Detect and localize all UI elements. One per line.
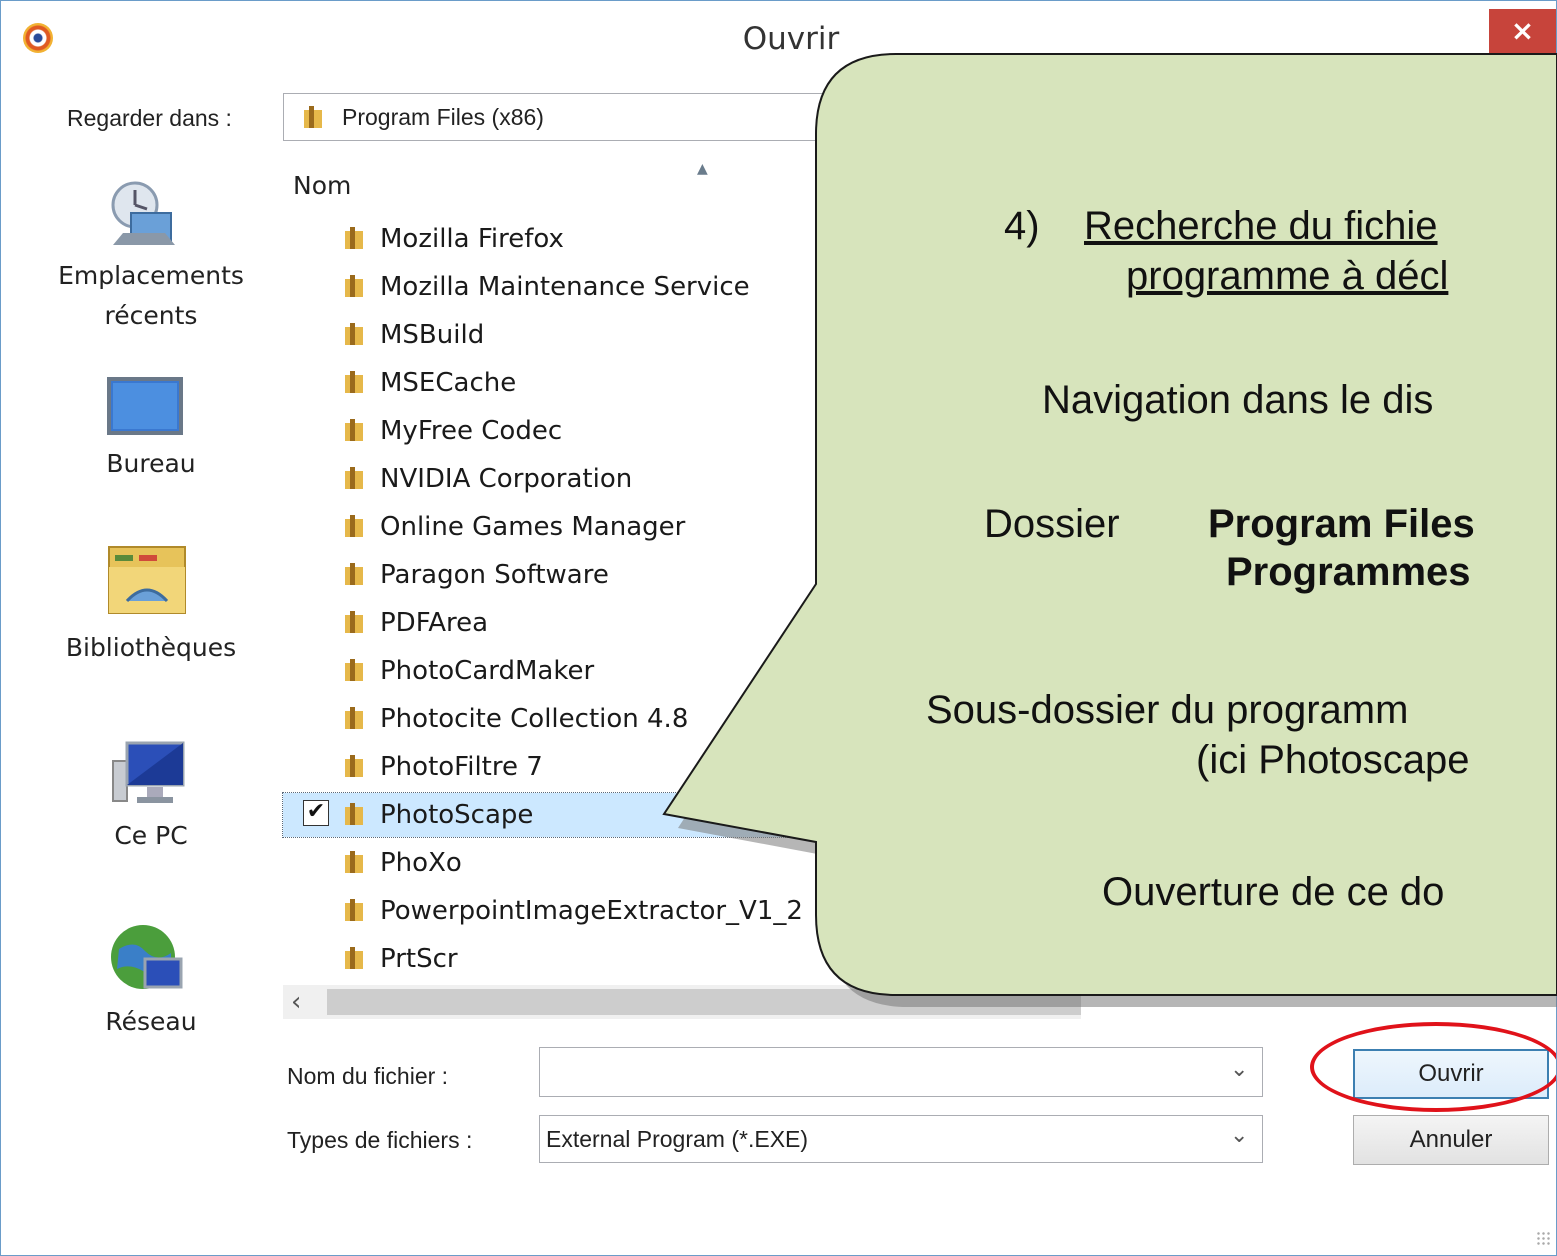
- callout-folder-prefix: Dossier: [984, 502, 1120, 546]
- callout-example: (ici Photoscape: [1196, 738, 1470, 782]
- callout-open-folder: Ouverture de ce do: [1102, 870, 1445, 914]
- callout-navigation: Navigation dans le dis: [1042, 378, 1434, 422]
- callout-step-number: 4): [1004, 204, 1040, 248]
- callout-heading-2: programme à décl: [1126, 254, 1449, 298]
- callout-programmes: Programmes: [1226, 550, 1471, 594]
- callout-heading-1: Recherche du fichie: [1084, 204, 1438, 248]
- callout-bubble: [662, 53, 1557, 1007]
- callout-folder-name: Program Files: [1208, 502, 1475, 546]
- callout-subfolder: Sous-dossier du programm: [926, 688, 1409, 732]
